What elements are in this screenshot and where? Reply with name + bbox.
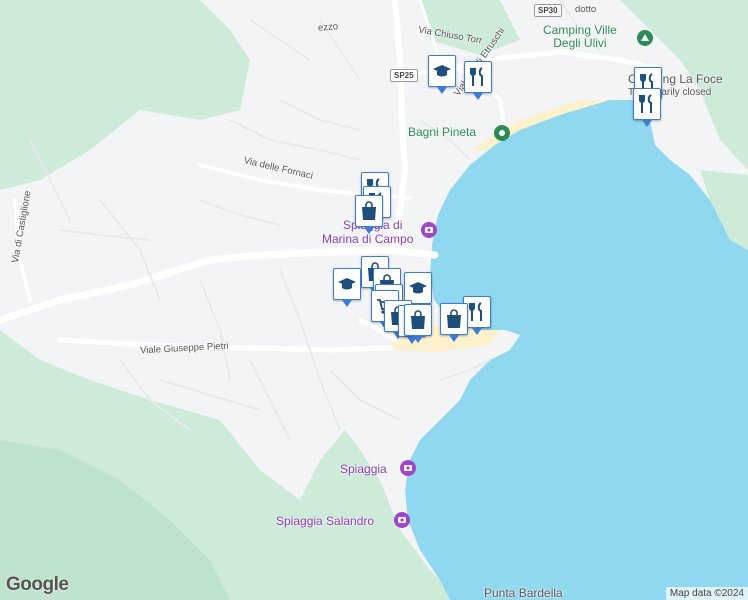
street-label-mezzo: ezzo: [317, 21, 339, 34]
beach-icon[interactable]: [494, 125, 510, 141]
map-marker-shopping[interactable]: [440, 303, 468, 342]
map-marker-shopping[interactable]: [404, 304, 432, 343]
place-label-punta-bardella: Punta Bardella: [484, 586, 563, 600]
map-marker-restaurant[interactable]: [633, 88, 661, 127]
map-marker-education[interactable]: [333, 268, 361, 307]
place-label-camping[interactable]: Camping Ville Degli Ulivi: [543, 24, 617, 50]
camera-icon[interactable]: [394, 512, 410, 528]
camping-icon[interactable]: [637, 30, 653, 46]
map-marker-education[interactable]: [428, 55, 456, 94]
camera-icon[interactable]: [400, 460, 416, 476]
map-attribution[interactable]: Map data ©2024: [665, 587, 748, 600]
place-label-marina-di-campo[interactable]: Marina di Campo: [322, 232, 413, 246]
place-label-spiaggia-salandro[interactable]: Spiaggia Salandro: [276, 514, 374, 528]
map-marker-shopping[interactable]: [355, 195, 383, 234]
route-shield-sp25: SP25: [390, 69, 418, 82]
map-marker-restaurant[interactable]: [464, 61, 492, 100]
camera-icon[interactable]: [421, 222, 437, 238]
place-label-spiaggia[interactable]: Spiaggia: [340, 462, 387, 476]
route-shield-sp30: SP30: [534, 4, 562, 17]
place-label-bagni-pineta[interactable]: Bagni Pineta: [408, 125, 476, 139]
google-logo: Google: [6, 574, 69, 595]
street-label-dotto: dotto: [575, 4, 597, 15]
